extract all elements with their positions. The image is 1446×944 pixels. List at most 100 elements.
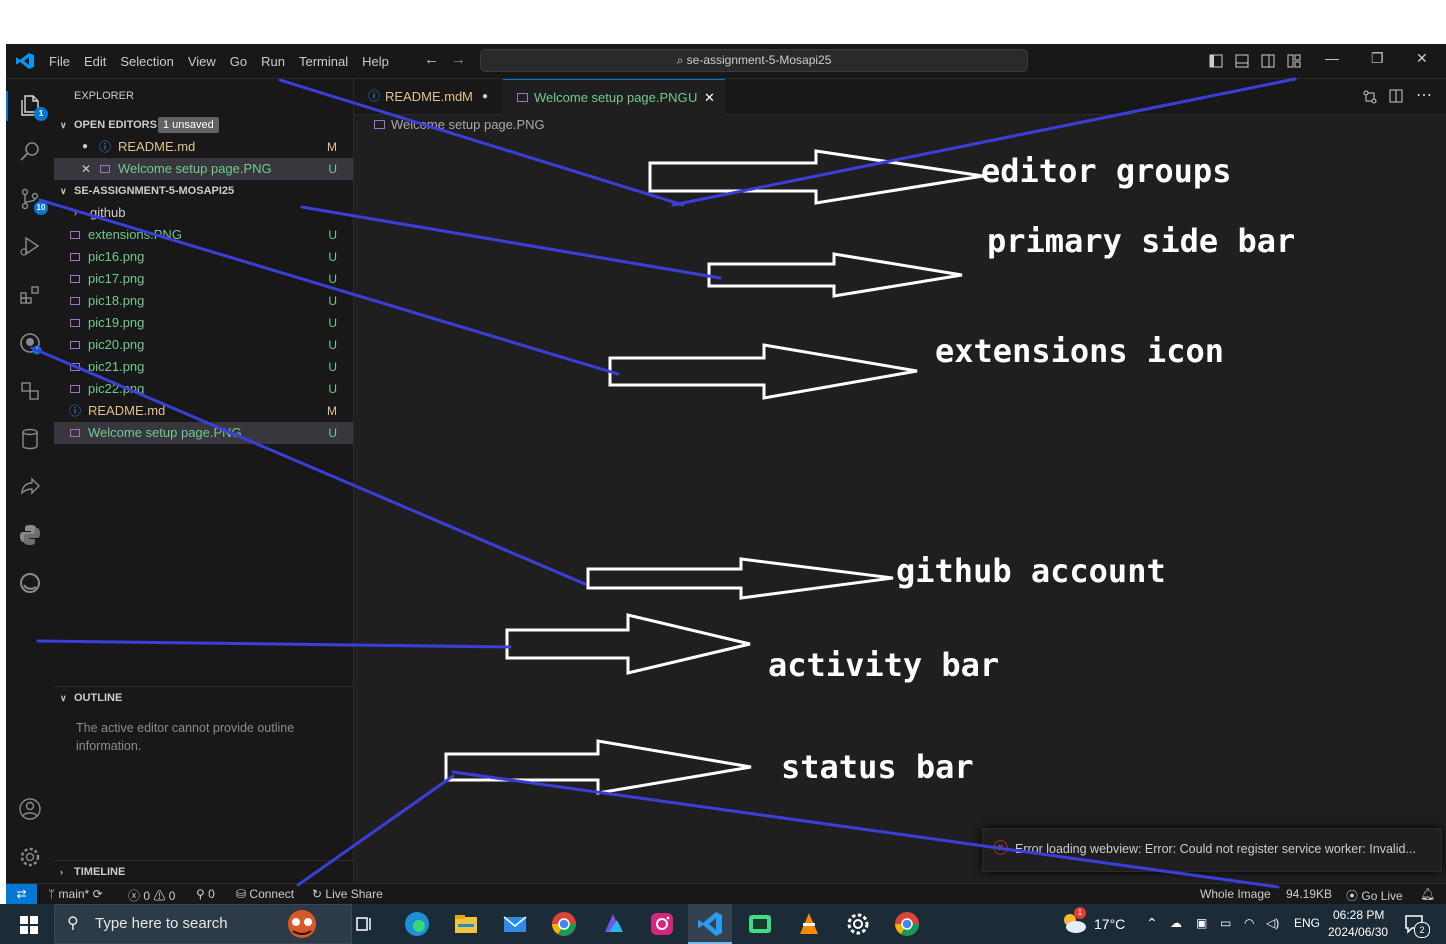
taskbar-search-box[interactable]: ⚲ Type here to search — [54, 904, 352, 944]
instagram-icon[interactable] — [648, 910, 676, 938]
tree-file[interactable]: ⓘ README.md M — [54, 400, 353, 422]
more-actions-icon[interactable]: ⋯ — [1416, 85, 1433, 105]
accounts-icon[interactable] — [18, 797, 42, 821]
copilot-icon[interactable] — [599, 910, 627, 938]
explorer-icon[interactable]: 1 — [18, 93, 48, 121]
remote-explorer-icon[interactable] — [18, 379, 42, 403]
battery-icon[interactable]: ▭ — [1220, 916, 1231, 930]
tree-file[interactable]: pic20.png U — [54, 334, 353, 356]
file-explorer-icon[interactable] — [452, 910, 480, 938]
ports-icon: ⚲ — [196, 887, 205, 901]
live-share-icon[interactable] — [18, 475, 42, 499]
menu-view[interactable]: View — [181, 54, 223, 69]
settings-gear-icon[interactable] — [18, 845, 42, 869]
whole-image-status[interactable]: Whole Image — [1200, 887, 1271, 901]
unsaved-dot-icon[interactable]: ● — [82, 136, 88, 158]
menu-help[interactable]: Help — [355, 54, 396, 69]
close-window-icon[interactable]: ✕ — [1416, 50, 1428, 67]
task-view-icon[interactable] — [352, 910, 380, 938]
clock-time[interactable]: 06:28 PM — [1333, 908, 1384, 922]
tree-file[interactable]: pic18.png U — [54, 290, 353, 312]
menu-run[interactable]: Run — [254, 54, 292, 69]
meet-now-icon[interactable]: ▣ — [1196, 916, 1207, 930]
info-icon: ⓘ — [99, 140, 112, 154]
source-control-icon[interactable]: 10 — [18, 187, 48, 215]
volume-icon[interactable]: ◁) — [1266, 916, 1279, 930]
ports-status[interactable]: ⚲ 0 — [196, 887, 215, 901]
toggle-secondary-sidebar-icon[interactable] — [1261, 54, 1275, 68]
tree-file[interactable]: pic19.png U — [54, 312, 353, 334]
windows-start-icon[interactable] — [20, 916, 38, 934]
sync-icon[interactable]: ⟳ — [93, 887, 103, 901]
back-arrow-icon[interactable]: ← — [424, 51, 451, 68]
mail-icon[interactable] — [501, 910, 529, 938]
search-highlight-icon[interactable] — [281, 907, 323, 941]
github-account-icon[interactable] — [18, 331, 42, 355]
problems-status[interactable]: ⓧ 0 ⚠ 0 — [128, 887, 175, 904]
close-tab-icon[interactable]: ✕ — [704, 80, 715, 115]
wifi-icon[interactable]: ◠ — [1244, 916, 1254, 930]
close-icon[interactable]: ✕ — [81, 158, 91, 180]
tree-file[interactable]: extensions.PNG U — [54, 224, 353, 246]
branch-status[interactable]: ᛘ main* ⟳ — [48, 887, 103, 901]
run-debug-icon[interactable] — [18, 234, 42, 258]
chevron-up-icon[interactable]: ⌃ — [1146, 915, 1158, 932]
database-icon[interactable] — [18, 427, 42, 451]
tree-file[interactable]: Welcome setup page.PNG U — [54, 422, 353, 444]
unsaved-dot-icon[interactable]: ● — [482, 79, 488, 114]
annotation-extensions-icon: extensions icon — [935, 332, 1224, 370]
edge-browser-icon[interactable] — [403, 910, 431, 938]
settings-gear-icon[interactable] — [844, 910, 872, 938]
live-share-status[interactable]: ↻ Live Share — [312, 887, 383, 901]
timeline-header[interactable]: › TIMELINE — [54, 861, 353, 883]
split-editor-icon[interactable] — [1389, 89, 1403, 103]
android-studio-icon[interactable] — [746, 910, 774, 938]
clock-date[interactable]: 2024/06/30 — [1328, 925, 1388, 939]
search-icon[interactable] — [18, 139, 42, 163]
forward-arrow-icon[interactable]: → — [451, 51, 478, 68]
input-language[interactable]: ENG — [1294, 916, 1320, 930]
remote-indicator-icon[interactable]: ⇄ — [6, 884, 37, 904]
chrome-profile-icon[interactable] — [550, 910, 578, 938]
outline-header[interactable]: ∨ OUTLINE — [54, 687, 353, 709]
tree-file[interactable]: pic17.png U — [54, 268, 353, 290]
menu-file[interactable]: File — [42, 54, 77, 69]
python-icon[interactable] — [18, 523, 42, 547]
error-icon: ⓧ — [128, 889, 141, 903]
extensions-icon[interactable] — [18, 283, 42, 307]
info-icon: ⓘ — [69, 404, 82, 418]
vlc-icon[interactable] — [795, 910, 823, 938]
customize-layout-icon[interactable] — [1287, 54, 1301, 68]
menu-go[interactable]: Go — [223, 54, 254, 69]
notifications-bell-icon[interactable]: 🔔︎ — [1420, 887, 1435, 901]
chrome-icon[interactable] — [893, 910, 921, 938]
minimize-icon[interactable]: — — [1325, 50, 1339, 66]
tab-welcome[interactable]: Welcome setup page.PNG U ✕ — [503, 79, 725, 115]
vscode-taskbar-item[interactable] — [688, 904, 732, 944]
connect-status[interactable]: ⛁ Connect — [236, 887, 294, 901]
tree-file[interactable]: pic22.png U — [54, 378, 353, 400]
open-changes-icon[interactable] — [1362, 89, 1378, 105]
menu-terminal[interactable]: Terminal — [292, 54, 355, 69]
error-notification[interactable]: ⓧ Error loading webview: Error: Could no… — [982, 828, 1442, 872]
tree-folder-github[interactable]: › github — [54, 202, 353, 224]
open-editor-readme[interactable]: ● ⓘ README.md M — [54, 136, 353, 158]
tree-file[interactable]: pic21.png U — [54, 356, 353, 378]
tab-readme[interactable]: ⓘ README.md M ● — [354, 79, 502, 114]
restore-icon[interactable]: ❐ — [1371, 50, 1384, 67]
open-editor-welcome[interactable]: ✕ Welcome setup page.PNG U — [54, 158, 353, 180]
onedrive-icon[interactable]: ☁ — [1170, 916, 1182, 930]
folder-header[interactable]: ∨ SE-ASSIGNMENT-5-MOSAPI25 — [54, 180, 353, 202]
file-name: extensions.PNG — [88, 227, 182, 242]
toggle-panel-icon[interactable] — [1235, 54, 1249, 68]
open-editors-header[interactable]: ∨ OPEN EDITORS 1 unsaved — [54, 114, 353, 136]
menu-edit[interactable]: Edit — [77, 54, 113, 69]
menu-selection[interactable]: Selection — [113, 54, 180, 69]
edge-devtools-icon[interactable] — [18, 571, 42, 595]
breadcrumb[interactable]: Welcome setup page.PNG — [374, 117, 545, 132]
tree-file[interactable]: pic16.png U — [54, 246, 353, 268]
toggle-primary-sidebar-icon[interactable] — [1209, 54, 1223, 68]
go-live-status[interactable]: ⦿ Go Live — [1346, 887, 1403, 904]
temperature[interactable]: 17°C — [1094, 916, 1125, 932]
command-center[interactable]: ⌕ se-assignment-5-Mosapi25 — [480, 49, 1028, 72]
